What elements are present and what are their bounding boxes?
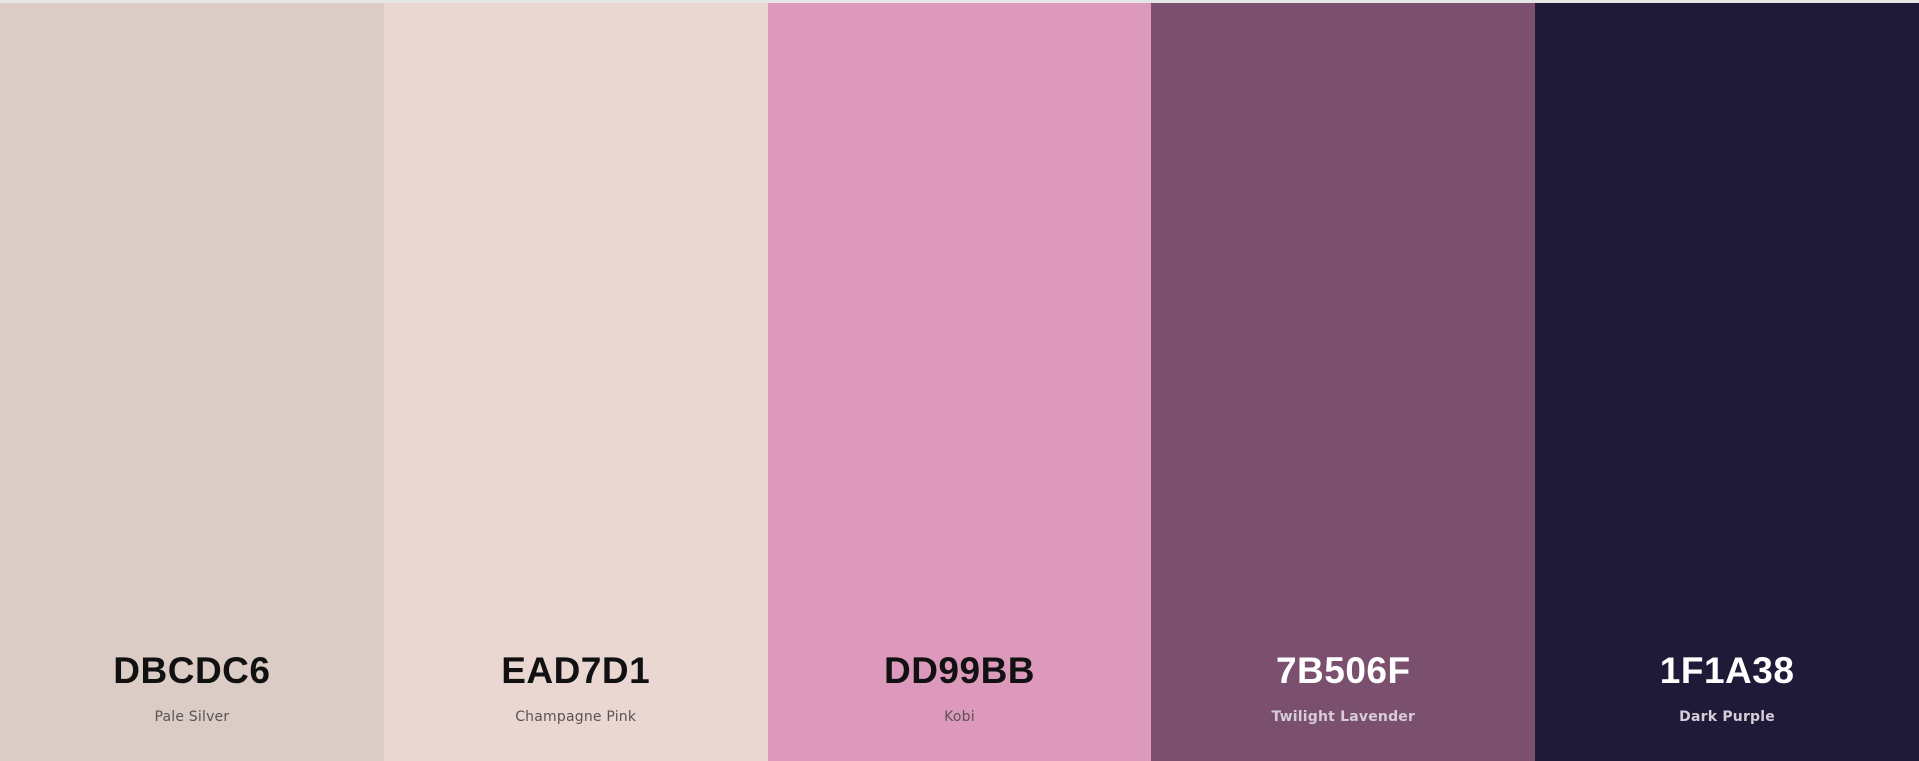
color-palette: DBCDC6 Pale Silver EAD7D1 Champagne Pink… [0,3,1919,761]
color-swatch-pale-silver[interactable]: DBCDC6 Pale Silver [0,3,384,761]
swatch-color-name: Twilight Lavender [1271,709,1416,725]
color-swatch-champagne-pink[interactable]: EAD7D1 Champagne Pink [383,3,768,761]
swatch-hex-code[interactable]: 1F1A38 [1535,650,1919,692]
swatch-hex-code[interactable]: DBCDC6 [0,650,384,692]
swatch-color-name: Pale Silver [154,709,230,725]
swatch-color-name: Dark Purple [1679,709,1775,725]
swatch-hex-code[interactable]: 7B506F [1151,650,1535,692]
swatch-color-name: Kobi [944,709,975,725]
swatch-color-name: Champagne Pink [515,709,637,725]
color-swatch-dark-purple[interactable]: 1F1A38 Dark Purple [1535,3,1919,761]
swatch-hex-code[interactable]: DD99BB [768,650,1152,692]
color-swatch-twilight-lavender[interactable]: 7B506F Twilight Lavender [1151,3,1536,761]
swatch-hex-code[interactable]: EAD7D1 [384,650,768,692]
color-swatch-kobi[interactable]: DD99BB Kobi [767,3,1152,761]
